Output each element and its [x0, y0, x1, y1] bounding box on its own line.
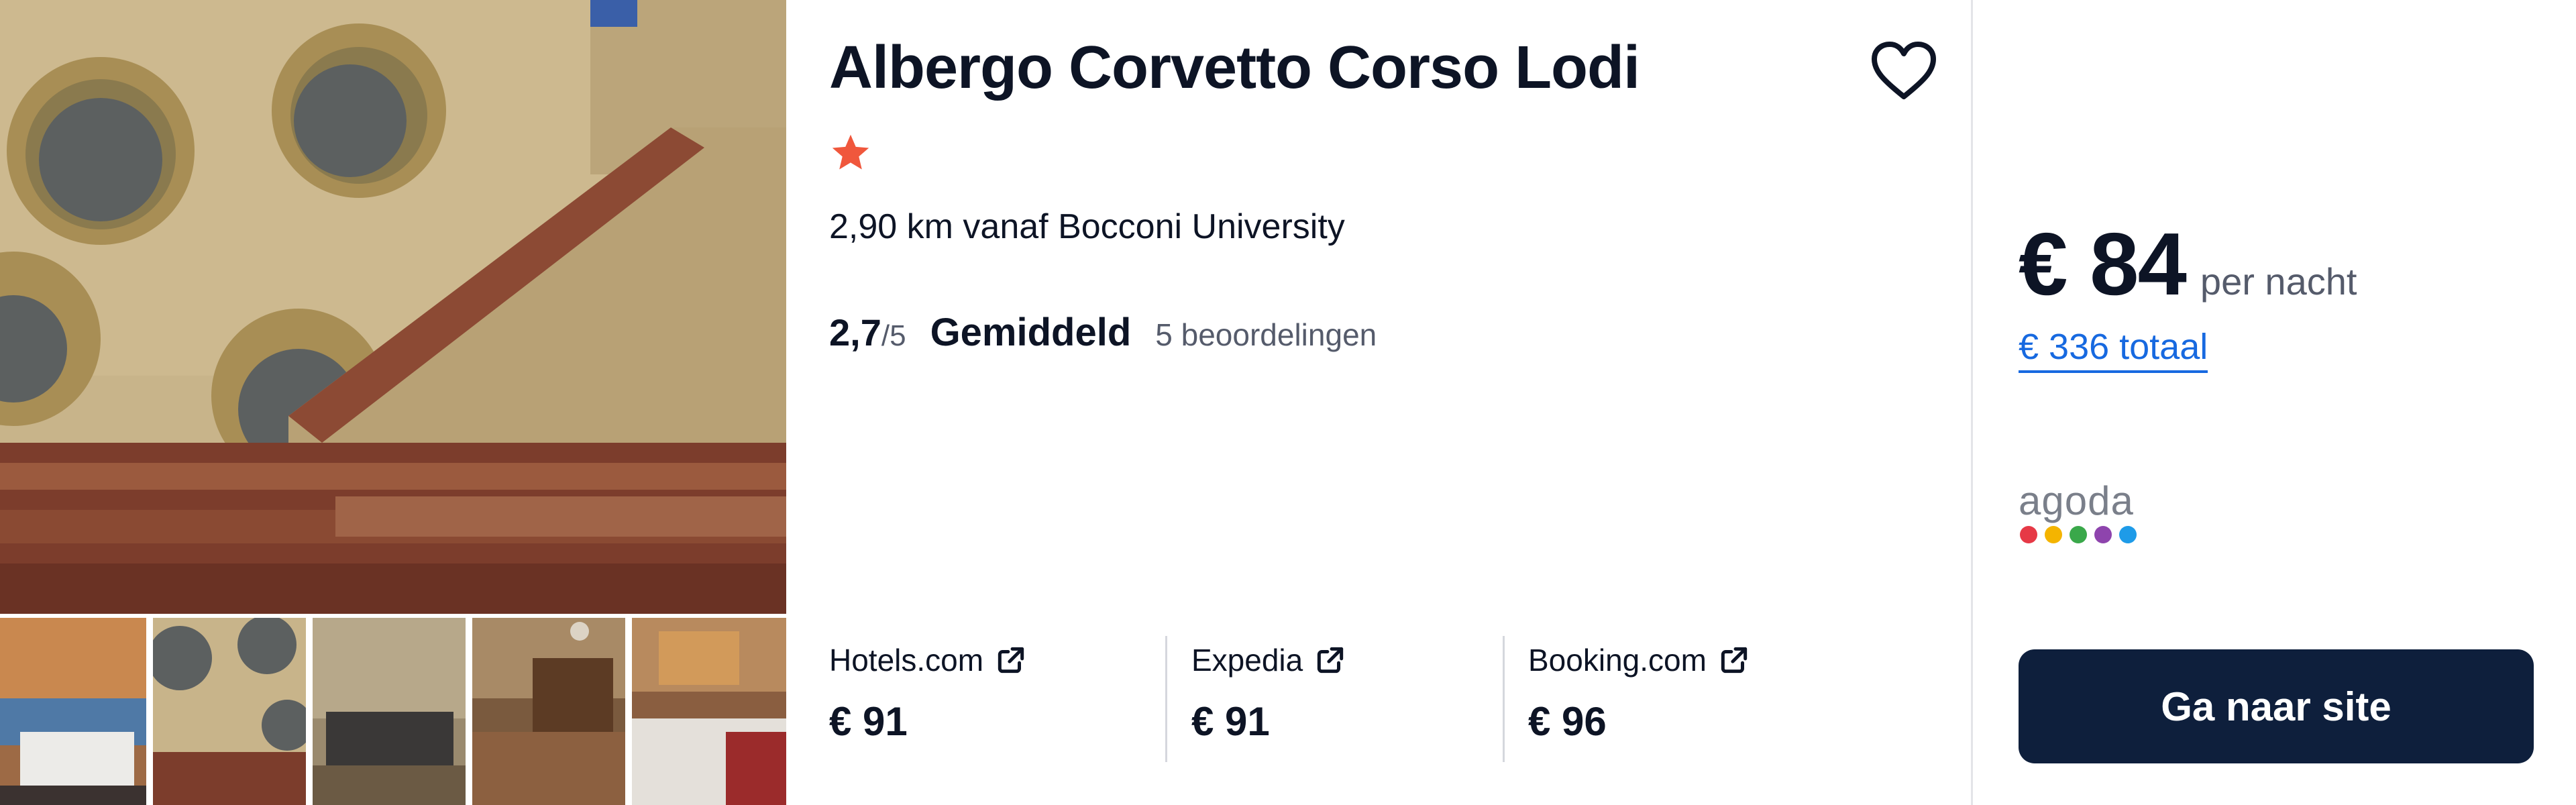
provider-price: € 91	[829, 699, 908, 744]
agoda-dot	[2070, 526, 2087, 543]
agoda-dot	[2020, 526, 2037, 543]
thumbnail-image[interactable]	[0, 618, 146, 805]
rating-score: 2,7	[829, 311, 881, 354]
agoda-dots	[2020, 526, 2137, 543]
hotel-info: Albergo Corvetto Corso Lodi 2,90 km vana…	[786, 0, 1971, 805]
rating-label: Gemiddeld	[930, 311, 1132, 354]
agoda-logo: agoda	[2019, 478, 2139, 543]
external-link-icon	[994, 643, 1028, 677]
main-hotel-photo[interactable]	[0, 0, 786, 614]
agoda-dot	[2094, 526, 2112, 543]
agoda-dot	[2045, 526, 2062, 543]
review-count[interactable]: 5 beoordelingen	[1155, 317, 1377, 353]
provider-price-list: Hotels.com € 91 Expedia € 91 Booking.com…	[786, 634, 1971, 765]
provider-price: € 96	[1528, 699, 1607, 744]
external-link-icon	[1313, 643, 1347, 677]
rating-scale: /5	[881, 319, 906, 352]
distance-text: 2,90 km vanaf Bocconi University	[829, 207, 1345, 246]
thumbnail-image[interactable]	[472, 618, 625, 805]
thumbnail-strip	[0, 618, 786, 805]
provider-expedia[interactable]: Expedia € 91	[1191, 634, 1487, 765]
agoda-dot	[2119, 526, 2137, 543]
provider-booking-com[interactable]: Booking.com € 96	[1528, 634, 1850, 765]
provider-name: Booking.com	[1528, 643, 1707, 678]
heart-outline-icon[interactable]	[1870, 40, 1937, 102]
provider-hotels-com[interactable]: Hotels.com € 91	[829, 634, 1151, 765]
nightly-price: € 84	[2019, 215, 2187, 313]
hotel-result-card: Albergo Corvetto Corso Lodi 2,90 km vana…	[0, 0, 2576, 805]
best-offer-panel: € 84 per nacht € 336 totaal agoda Ga naa…	[1973, 0, 2576, 805]
provider-price: € 91	[1191, 699, 1270, 744]
photo-gallery	[0, 0, 786, 805]
provider-name: Expedia	[1191, 643, 1303, 678]
thumbnail-image[interactable]	[153, 618, 306, 805]
star-icon	[829, 131, 872, 174]
rating-summary: 2,7 /5 Gemiddeld 5 beoordelingen	[829, 310, 1377, 357]
provider-name: Hotels.com	[829, 643, 984, 678]
agoda-wordmark: agoda	[2019, 478, 2134, 523]
thumbnail-image[interactable]	[632, 618, 786, 805]
thumbnail-image[interactable]	[313, 618, 466, 805]
hotel-name[interactable]: Albergo Corvetto Corso Lodi	[829, 34, 1640, 103]
price-row: € 84 per nacht	[2019, 213, 2357, 315]
total-price-link[interactable]: € 336 totaal	[2019, 326, 2208, 373]
provider-divider	[1503, 636, 1505, 762]
provider-divider	[1165, 636, 1167, 762]
external-link-icon	[1717, 643, 1751, 677]
go-to-site-button[interactable]: Ga naar site	[2019, 649, 2534, 763]
per-night-label: per nacht	[2200, 260, 2357, 303]
